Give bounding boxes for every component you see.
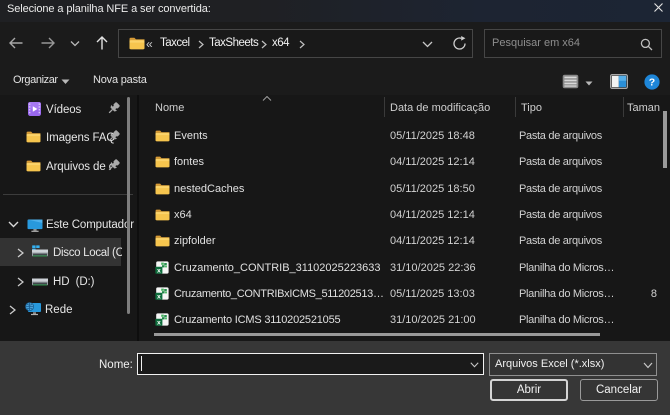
- svg-text:x: x: [157, 319, 161, 326]
- svg-text:x: x: [157, 267, 161, 274]
- svg-text:?: ?: [649, 77, 655, 89]
- svg-text:x: x: [157, 293, 161, 300]
